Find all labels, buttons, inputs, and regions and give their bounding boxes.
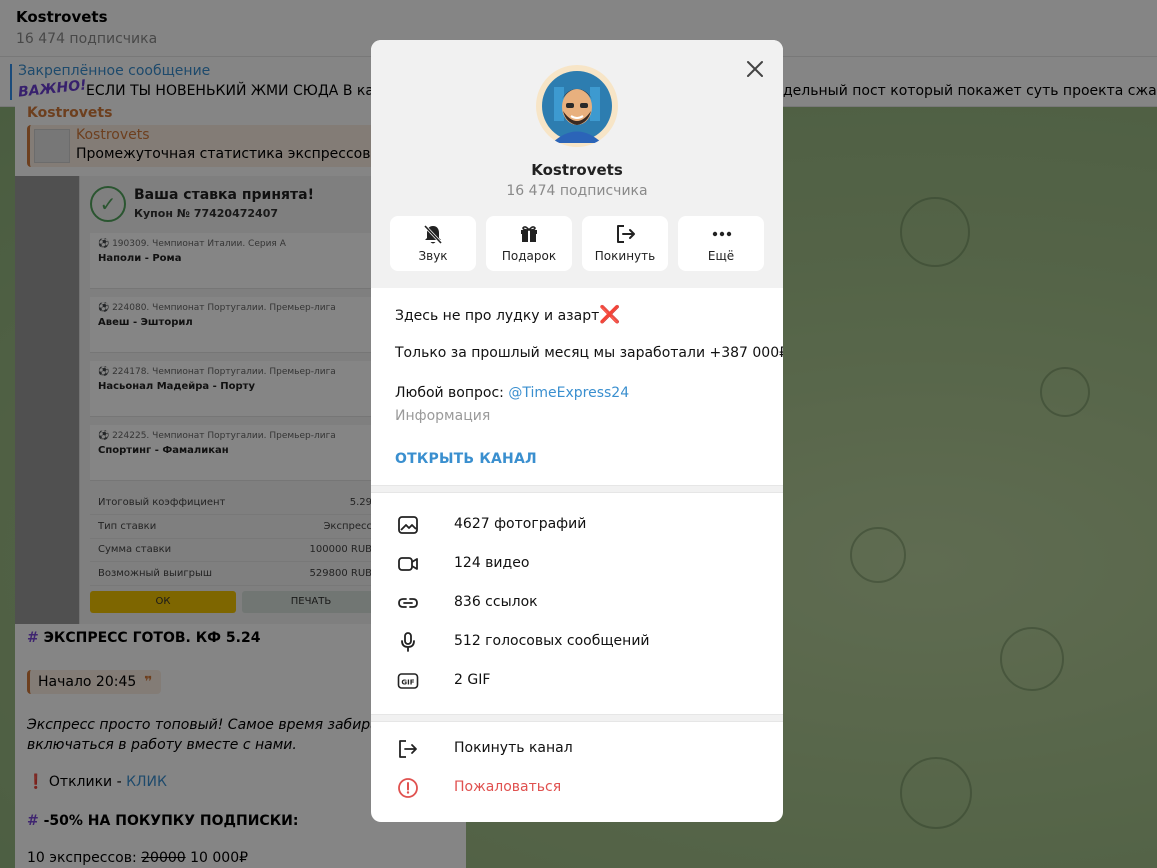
- channel-actions: Звук Подарок Покинуть Ещё: [390, 216, 764, 271]
- mute-label: Звук: [418, 249, 448, 263]
- leave-icon: [617, 225, 635, 243]
- warning-icon: [398, 778, 418, 798]
- avatar[interactable]: [536, 65, 618, 147]
- report-label: Пожаловаться: [454, 779, 562, 795]
- leave-channel-label: Покинуть канал: [454, 740, 573, 756]
- media-gif-row[interactable]: GIF 2 GIF: [371, 662, 783, 701]
- shared-media-list: 4627 фотографий 124 видео 836 ссылок 512…: [371, 493, 783, 714]
- description-line: Любой вопрос: @TimeExpress24: [395, 385, 629, 401]
- channel-name: Kostrovets: [531, 161, 623, 179]
- leave-button[interactable]: Покинуть: [582, 216, 668, 271]
- link-icon: [398, 598, 418, 608]
- close-button[interactable]: [743, 57, 767, 81]
- close-icon: [747, 61, 763, 77]
- report-row[interactable]: Пожаловаться: [371, 769, 783, 808]
- mute-button[interactable]: Звук: [390, 216, 476, 271]
- photo-icon: [398, 516, 418, 534]
- channel-description: Здесь не про лудку и азарт❌ Только за пр…: [371, 288, 783, 485]
- channel-danger-actions: Покинуть канал Пожаловаться: [371, 728, 783, 822]
- media-voice-label: 512 голосовых сообщений: [454, 633, 650, 649]
- channel-info-dialog: Kostrovets 16 474 подписчика Звук Подаро…: [371, 40, 783, 822]
- section-divider: [371, 714, 783, 722]
- more-button[interactable]: Ещё: [678, 216, 764, 271]
- media-photos-row[interactable]: 4627 фотографий: [371, 506, 783, 545]
- more-icon: [712, 231, 732, 237]
- description-line: Здесь не про лудку и азарт❌: [395, 305, 620, 325]
- description-line: Только за прошлый месяц мы заработали +3…: [395, 345, 783, 361]
- contact-link[interactable]: @TimeExpress24: [508, 385, 629, 401]
- microphone-icon: [401, 632, 415, 652]
- gift-icon: [521, 226, 537, 242]
- gif-icon: GIF: [397, 673, 419, 689]
- section-divider: [371, 485, 783, 493]
- leave-icon: [399, 740, 417, 758]
- media-videos-label: 124 видео: [454, 555, 530, 571]
- media-links-label: 836 ссылок: [454, 594, 538, 610]
- avatar-illustration: [537, 66, 617, 146]
- svg-text:GIF: GIF: [401, 679, 414, 687]
- leave-label: Покинуть: [594, 249, 656, 263]
- more-label: Ещё: [707, 249, 735, 263]
- video-icon: [398, 557, 418, 571]
- media-voice-row[interactable]: 512 голосовых сообщений: [371, 623, 783, 662]
- bell-muted-icon: [423, 224, 443, 245]
- open-channel-button[interactable]: ОТКРЫТЬ КАНАЛ: [395, 451, 537, 467]
- info-label: Информация: [395, 408, 491, 424]
- media-videos-row[interactable]: 124 видео: [371, 545, 783, 584]
- cross-mark-icon: ❌: [599, 305, 621, 325]
- media-photos-label: 4627 фотографий: [454, 516, 587, 532]
- media-gif-label: 2 GIF: [454, 672, 491, 688]
- description-text: Здесь не про лудку и азарт: [395, 308, 600, 324]
- gift-button[interactable]: Подарок: [486, 216, 572, 271]
- channel-subscriber-count: 16 474 подписчика: [506, 183, 648, 199]
- channel-info-header: Kostrovets 16 474 подписчика Звук Подаро…: [371, 40, 783, 288]
- leave-channel-row[interactable]: Покинуть канал: [371, 730, 783, 769]
- gift-label: Подарок: [501, 249, 557, 263]
- media-links-row[interactable]: 836 ссылок: [371, 584, 783, 623]
- question-label: Любой вопрос:: [395, 385, 509, 401]
